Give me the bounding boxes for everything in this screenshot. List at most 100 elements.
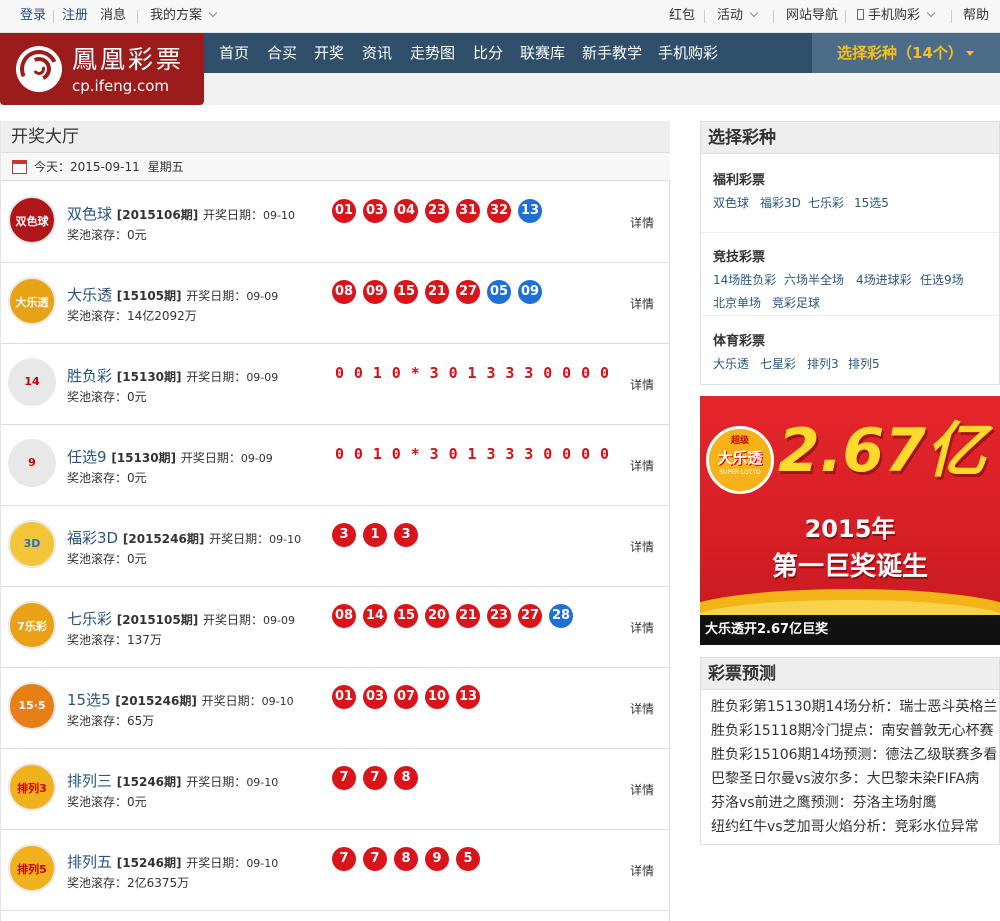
lottery-link[interactable]: 排列5 <box>848 355 880 372</box>
nav-beginner-guide[interactable]: 新手教学 <box>582 33 642 73</box>
red-ball: 09 <box>363 280 387 304</box>
lottery-name[interactable]: 排列三 <box>67 772 112 790</box>
banner-year: 2015年 <box>804 515 896 543</box>
register-link[interactable]: 注册 <box>62 0 88 33</box>
lottery-title: 胜负彩 [15130期] 开奖日期：09-09 <box>67 366 278 388</box>
nav-league-db[interactable]: 联赛库 <box>520 33 565 73</box>
nav-group-buy[interactable]: 合买 <box>267 33 297 73</box>
lottery-name[interactable]: 15选5 <box>67 691 111 709</box>
lottery-logo-icon[interactable]: 排列5 <box>8 844 56 892</box>
lottery-name[interactable]: 任选9 <box>67 448 107 466</box>
lottery-logo-icon[interactable]: 7乐彩 <box>8 601 56 649</box>
lottery-name[interactable]: 大乐透 <box>67 286 112 304</box>
lottery-name[interactable]: 七乐彩 <box>67 610 112 628</box>
lottery-link[interactable]: 七星彩 <box>760 355 796 372</box>
red-packet-link[interactable]: 红包 <box>669 0 695 33</box>
detail-link[interactable]: 详情 <box>630 781 654 798</box>
help-link[interactable]: 帮助 <box>963 0 989 33</box>
divider <box>845 10 846 23</box>
lottery-logo-icon[interactable]: 大乐透 <box>8 277 56 325</box>
red-ball: 7 <box>363 847 387 871</box>
jackpot-pool: 奖池滚存：0元 <box>67 228 147 242</box>
mobile-lottery-menu[interactable]: 手机购彩 <box>857 0 936 33</box>
draw-date: 09-09 <box>240 452 273 465</box>
lottery-link[interactable]: 4场进球彩 <box>856 271 912 288</box>
red-ball: 9 <box>425 847 449 871</box>
lottery-logo-icon[interactable]: 14 <box>8 358 56 406</box>
nav-home[interactable]: 首页 <box>219 33 249 73</box>
lottery-name[interactable]: 双色球 <box>67 205 112 223</box>
forecast-link[interactable]: 胜负彩第15130期14场分析：瑞士恶斗英格兰 <box>711 698 997 716</box>
detail-link[interactable]: 详情 <box>630 700 654 717</box>
draw-date-label: 开奖日期： <box>201 694 262 708</box>
detail-link[interactable]: 详情 <box>630 862 654 879</box>
result-balls: 01 03 04 23 31 32 13 <box>332 199 549 223</box>
detail-link[interactable]: 详情 <box>630 214 654 231</box>
red-ball: 20 <box>425 604 449 628</box>
chevron-down-icon <box>749 8 759 18</box>
lottery-link[interactable]: 15选5 <box>854 194 889 211</box>
nav-scores[interactable]: 比分 <box>473 33 503 73</box>
lottery-logo-icon[interactable]: 9 <box>8 439 56 487</box>
result-balls: 77895 <box>332 847 487 871</box>
lottery-logo-icon[interactable]: 排列3 <box>8 763 56 811</box>
lottery-logo-icon[interactable]: 双色球 <box>8 196 56 244</box>
forecast-link[interactable]: 巴黎圣日尔曼vs波尔多：大巴黎未染FIFA病 <box>711 770 979 788</box>
lottery-link[interactable]: 北京单场 <box>713 294 761 311</box>
lottery-logo-icon[interactable]: 15·5 <box>8 682 56 730</box>
select-lottery-dropdown[interactable]: 选择彩种（14个） <box>812 33 1000 73</box>
lottery-link[interactable]: 14场胜负彩 <box>713 271 776 288</box>
lottery-link[interactable]: 竞彩足球 <box>772 294 820 311</box>
forecast-link[interactable]: 胜负彩15118期冷门提点：南安普敦无心杯赛 <box>711 722 994 740</box>
lottery-link[interactable]: 大乐透 <box>713 355 749 372</box>
site-logo[interactable]: 鳳凰彩票 cp.ifeng.com <box>0 33 204 105</box>
forecast-link[interactable]: 纽约红牛vs芝加哥火焰分析：竞彩水位异常 <box>711 818 979 836</box>
detail-link[interactable]: 详情 <box>630 376 654 393</box>
lottery-link[interactable]: 排列3 <box>807 355 839 372</box>
lottery-link[interactable]: 六场半全场 <box>784 271 844 288</box>
nav-news[interactable]: 资讯 <box>362 33 392 73</box>
detail-link[interactable]: 详情 <box>630 295 654 312</box>
red-ball: 27 <box>518 604 542 628</box>
nav-draw-results[interactable]: 开奖 <box>314 33 344 73</box>
issue-number: [2015246期] <box>115 694 197 708</box>
issue-number: [15130期] <box>111 451 177 465</box>
select-lottery-box: 选择彩种 福利彩票 双色球 福彩3D 七乐彩 15选5 竞技彩票 14场胜负彩 … <box>700 121 1000 385</box>
result-balls: 313 <box>332 523 425 547</box>
lottery-name[interactable]: 胜负彩 <box>67 367 112 385</box>
lottery-logo-text: 14 <box>24 375 40 388</box>
lottery-name[interactable]: 排列五 <box>67 853 112 871</box>
red-ball: 15 <box>394 604 418 628</box>
detail-link[interactable]: 详情 <box>630 619 654 636</box>
detail-link[interactable]: 详情 <box>630 457 654 474</box>
red-ball: 03 <box>363 199 387 223</box>
badge-main: 大乐透 <box>717 449 763 467</box>
lottery-link[interactable]: 双色球 <box>713 194 749 211</box>
blue-ball: 09 <box>518 280 542 304</box>
red-ball: 31 <box>456 199 480 223</box>
site-nav-link[interactable]: 网站导航 <box>786 0 838 33</box>
nav-mobile-lottery[interactable]: 手机购彩 <box>658 33 718 73</box>
lottery-link[interactable]: 任选9场 <box>920 271 964 288</box>
forecast-link[interactable]: 胜负彩15106期14场预测：德法乙级联赛多看 <box>711 746 997 764</box>
red-ball: 8 <box>394 847 418 871</box>
forecast-link[interactable]: 芬洛vs前进之鹰预测：芬洛主场射鹰 <box>711 794 937 812</box>
activity-menu[interactable]: 活动 <box>717 0 759 33</box>
messages-link[interactable]: 消息 <box>100 0 126 33</box>
detail-link[interactable]: 详情 <box>630 538 654 555</box>
jackpot-banner[interactable]: 超级 大乐透 SUPER LOTTO 2.67亿 2015年 第一巨奖诞生 大乐… <box>700 396 1000 645</box>
issue-number: [2015105期] <box>116 613 199 627</box>
login-link[interactable]: 登录 <box>20 0 46 33</box>
result-digits: 0010*3013330000 <box>335 445 619 463</box>
divider <box>137 10 138 23</box>
nav-trend-chart[interactable]: 走势图 <box>410 33 455 73</box>
lottery-logo-icon[interactable]: 3D <box>8 520 56 568</box>
lottery-logo-text: 大乐透 <box>15 296 49 309</box>
lottery-name[interactable]: 福彩3D <box>67 529 118 547</box>
my-plan-menu[interactable]: 我的方案 <box>150 0 218 33</box>
banner-caption[interactable]: 大乐透开2.67亿巨奖 <box>700 615 1000 645</box>
lottery-link[interactable]: 七乐彩 <box>808 194 844 211</box>
mobile-lottery-label: 手机购彩 <box>868 8 921 23</box>
lottery-link[interactable]: 福彩3D <box>760 194 801 211</box>
red-ball: 3 <box>332 523 356 547</box>
